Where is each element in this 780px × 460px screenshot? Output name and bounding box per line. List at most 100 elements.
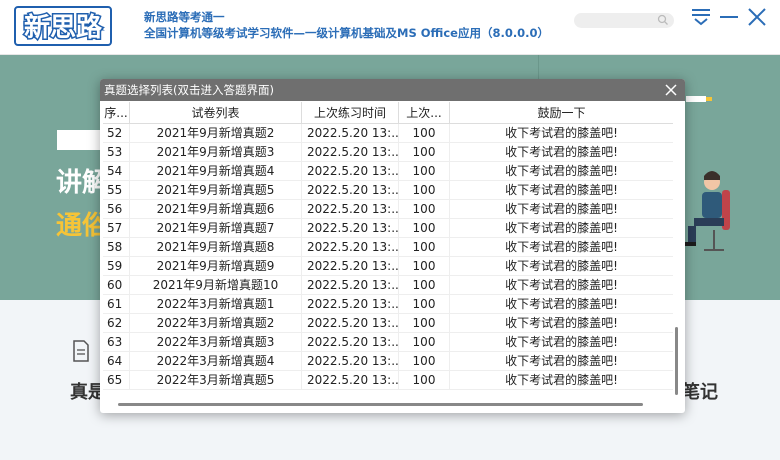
cell-index: 53 — [103, 143, 130, 162]
table-row[interactable]: 63 2022年3月新增真题3 2022.5.20 13:... 100 收下考试君的膝… — [103, 333, 673, 352]
cell-last-score: 100 — [399, 352, 450, 371]
table-row[interactable]: 61 2022年3月新增真题1 2022.5.20 13:... 100 收下考试君的膝… — [103, 295, 673, 314]
column-header-index[interactable]: 序... — [103, 102, 130, 124]
cell-encourage: 收下考试君的膝盖吧! — [505, 354, 618, 368]
table-row[interactable]: 65 2022年3月新增真题5 2022.5.20 13:... 100 收下考试君的膝… — [103, 371, 673, 390]
cell-paper-name: 2022年3月新增真题3 — [130, 333, 302, 352]
menu-icon[interactable] — [690, 6, 712, 28]
app-subtitle: 全国计算机等级考试学习软件—一级计算机基础及MS Office应用（8.0.0.… — [144, 26, 550, 40]
table-row[interactable]: 55 2021年9月新增真题5 2022.5.20 13:... 100 收下考试君的膝… — [103, 181, 673, 200]
cell-encourage: 收下考试君的膝盖吧! — [505, 145, 618, 159]
table-row[interactable]: 52 2021年9月新增真题2 2022.5.20 13:... 100 收下考试君的膝… — [103, 124, 673, 143]
cell-last-score: 100 — [399, 314, 450, 333]
cell-paper-name: 2021年9月新增真题6 — [130, 200, 302, 219]
table-row[interactable]: 59 2021年9月新增真题9 2022.5.20 13:... 100 收下考试君的膝… — [103, 257, 673, 276]
person-illustration — [684, 96, 730, 251]
table-row[interactable]: 62 2022年3月新增真题2 2022.5.20 13:... 100 收下考试君的膝… — [103, 314, 673, 333]
cell-paper-name: 2021年9月新增真题5 — [130, 181, 302, 200]
cell-last-score: 100 — [399, 257, 450, 276]
cell-encourage: 收下考试君的膝盖吧! — [505, 335, 618, 349]
cell-index: 63 — [103, 333, 130, 352]
minimize-icon[interactable] — [718, 6, 740, 28]
cell-last-score: 100 — [399, 276, 450, 295]
cell-index: 52 — [103, 124, 130, 143]
cell-paper-name: 2022年3月新增真题1 — [130, 295, 302, 314]
table-row[interactable]: 64 2022年3月新增真题4 2022.5.20 13:... 100 收下考试君的膝… — [103, 352, 673, 371]
cell-last-time: 2022.5.20 13:... — [302, 352, 399, 371]
cell-index: 58 — [103, 238, 130, 257]
cell-last-time: 2022.5.20 13:... — [302, 257, 399, 276]
cell-paper-name: 2021年9月新增真题7 — [130, 219, 302, 238]
table-header: 序... 试卷列表 上次练习时间 上次... 鼓励一下 — [103, 102, 673, 124]
cell-last-time: 2022.5.20 13:... — [302, 219, 399, 238]
vertical-scroll-thumb[interactable] — [675, 327, 678, 395]
document-icon — [73, 340, 89, 362]
cell-encourage: 收下考试君的膝盖吧! — [505, 202, 618, 216]
cell-index: 62 — [103, 314, 130, 333]
cell-index: 60 — [103, 276, 130, 295]
table-row[interactable]: 60 2021年9月新增真题10 2022.5.20 13:... 100 收下考试君的… — [103, 276, 673, 295]
cell-last-time: 2022.5.20 13:... — [302, 314, 399, 333]
cell-last-time: 2022.5.20 13:... — [302, 162, 399, 181]
cell-last-time: 2022.5.20 13:... — [302, 124, 399, 143]
cell-index: 56 — [103, 200, 130, 219]
dialog-titlebar[interactable]: 真题选择列表(双击进入答题界面) — [100, 79, 685, 101]
search-input[interactable] — [574, 13, 674, 28]
cell-encourage: 收下考试君的膝盖吧! — [505, 240, 618, 254]
table-row[interactable]: 58 2021年9月新增真题8 2022.5.20 13:... 100 收下考试君的膝… — [103, 238, 673, 257]
close-icon[interactable] — [746, 6, 768, 28]
cell-last-time: 2022.5.20 13:... — [302, 276, 399, 295]
cell-last-time: 2022.5.20 13:... — [302, 333, 399, 352]
cell-last-score: 100 — [399, 181, 450, 200]
cell-index: 54 — [103, 162, 130, 181]
cell-last-score: 100 — [399, 200, 450, 219]
table-row[interactable]: 54 2021年9月新增真题4 2022.5.20 13:... 100 收下考试君的膝… — [103, 162, 673, 181]
app-header: 新思路 新思路等考通一 全国计算机等级考试学习软件—一级计算机基础及MS Off… — [0, 0, 780, 55]
table-row[interactable]: 53 2021年9月新增真题3 2022.5.20 13:... 100 收下考试君的膝… — [103, 143, 673, 162]
cell-encourage: 收下考试君的膝盖吧! — [505, 297, 618, 311]
exam-table: 序... 试卷列表 上次练习时间 上次... 鼓励一下 52 2021年9月新增真… — [103, 102, 673, 396]
svg-text:新思路: 新思路 — [24, 12, 103, 43]
column-header-last-score[interactable]: 上次... — [399, 102, 450, 124]
cell-last-score: 100 — [399, 238, 450, 257]
cell-last-score: 100 — [399, 162, 450, 181]
table-row[interactable]: 56 2021年9月新增真题6 2022.5.20 13:... 100 收下考试君的膝… — [103, 200, 673, 219]
cell-encourage: 收下考试君的膝盖吧! — [505, 221, 618, 235]
app-logo: 新思路 — [14, 6, 112, 46]
cell-last-time: 2022.5.20 13:... — [302, 295, 399, 314]
horizontal-scroll-thumb[interactable] — [118, 403, 643, 406]
table-body: 52 2021年9月新增真题2 2022.5.20 13:... 100 收下考试君的膝… — [103, 124, 673, 390]
cell-index: 59 — [103, 257, 130, 276]
cell-encourage: 收下考试君的膝盖吧! — [505, 316, 618, 330]
table-row[interactable]: 57 2021年9月新增真题7 2022.5.20 13:... 100 收下考试君的膝… — [103, 219, 673, 238]
dialog-title: 真题选择列表(双击进入答题界面) — [104, 83, 274, 97]
cell-paper-name: 2022年3月新增真题2 — [130, 314, 302, 333]
cell-last-score: 100 — [399, 124, 450, 143]
column-header-last-time[interactable]: 上次练习时间 — [302, 102, 399, 124]
cell-encourage: 收下考试君的膝盖吧! — [505, 164, 618, 178]
section-title-right: 笔记 — [682, 382, 718, 403]
cell-paper-name: 2021年9月新增真题2 — [130, 124, 302, 143]
cell-paper-name: 2021年9月新增真题10 — [130, 276, 302, 295]
cell-last-score: 100 — [399, 333, 450, 352]
search-icon[interactable] — [657, 14, 669, 26]
cell-last-score: 100 — [399, 295, 450, 314]
close-icon[interactable] — [664, 83, 678, 97]
cell-encourage: 收下考试君的膝盖吧! — [505, 278, 618, 292]
cell-paper-name: 2022年3月新增真题5 — [130, 371, 302, 390]
cell-last-score: 100 — [399, 371, 450, 390]
cell-paper-name: 2021年9月新增真题8 — [130, 238, 302, 257]
column-header-encourage[interactable]: 鼓励一下 — [450, 102, 673, 124]
cell-last-time: 2022.5.20 13:... — [302, 181, 399, 200]
cell-paper-name: 2022年3月新增真题4 — [130, 352, 302, 371]
cell-last-time: 2022.5.20 13:... — [302, 143, 399, 162]
cell-index: 65 — [103, 371, 130, 390]
vertical-scrollbar[interactable] — [673, 102, 681, 396]
cell-last-score: 100 — [399, 143, 450, 162]
column-header-paper[interactable]: 试卷列表 — [130, 102, 302, 124]
horizontal-scrollbar[interactable] — [103, 399, 673, 409]
cell-encourage: 收下考试君的膝盖吧! — [505, 259, 618, 273]
banner-bar — [57, 130, 105, 150]
cell-paper-name: 2021年9月新增真题3 — [130, 143, 302, 162]
cell-last-time: 2022.5.20 13:... — [302, 238, 399, 257]
